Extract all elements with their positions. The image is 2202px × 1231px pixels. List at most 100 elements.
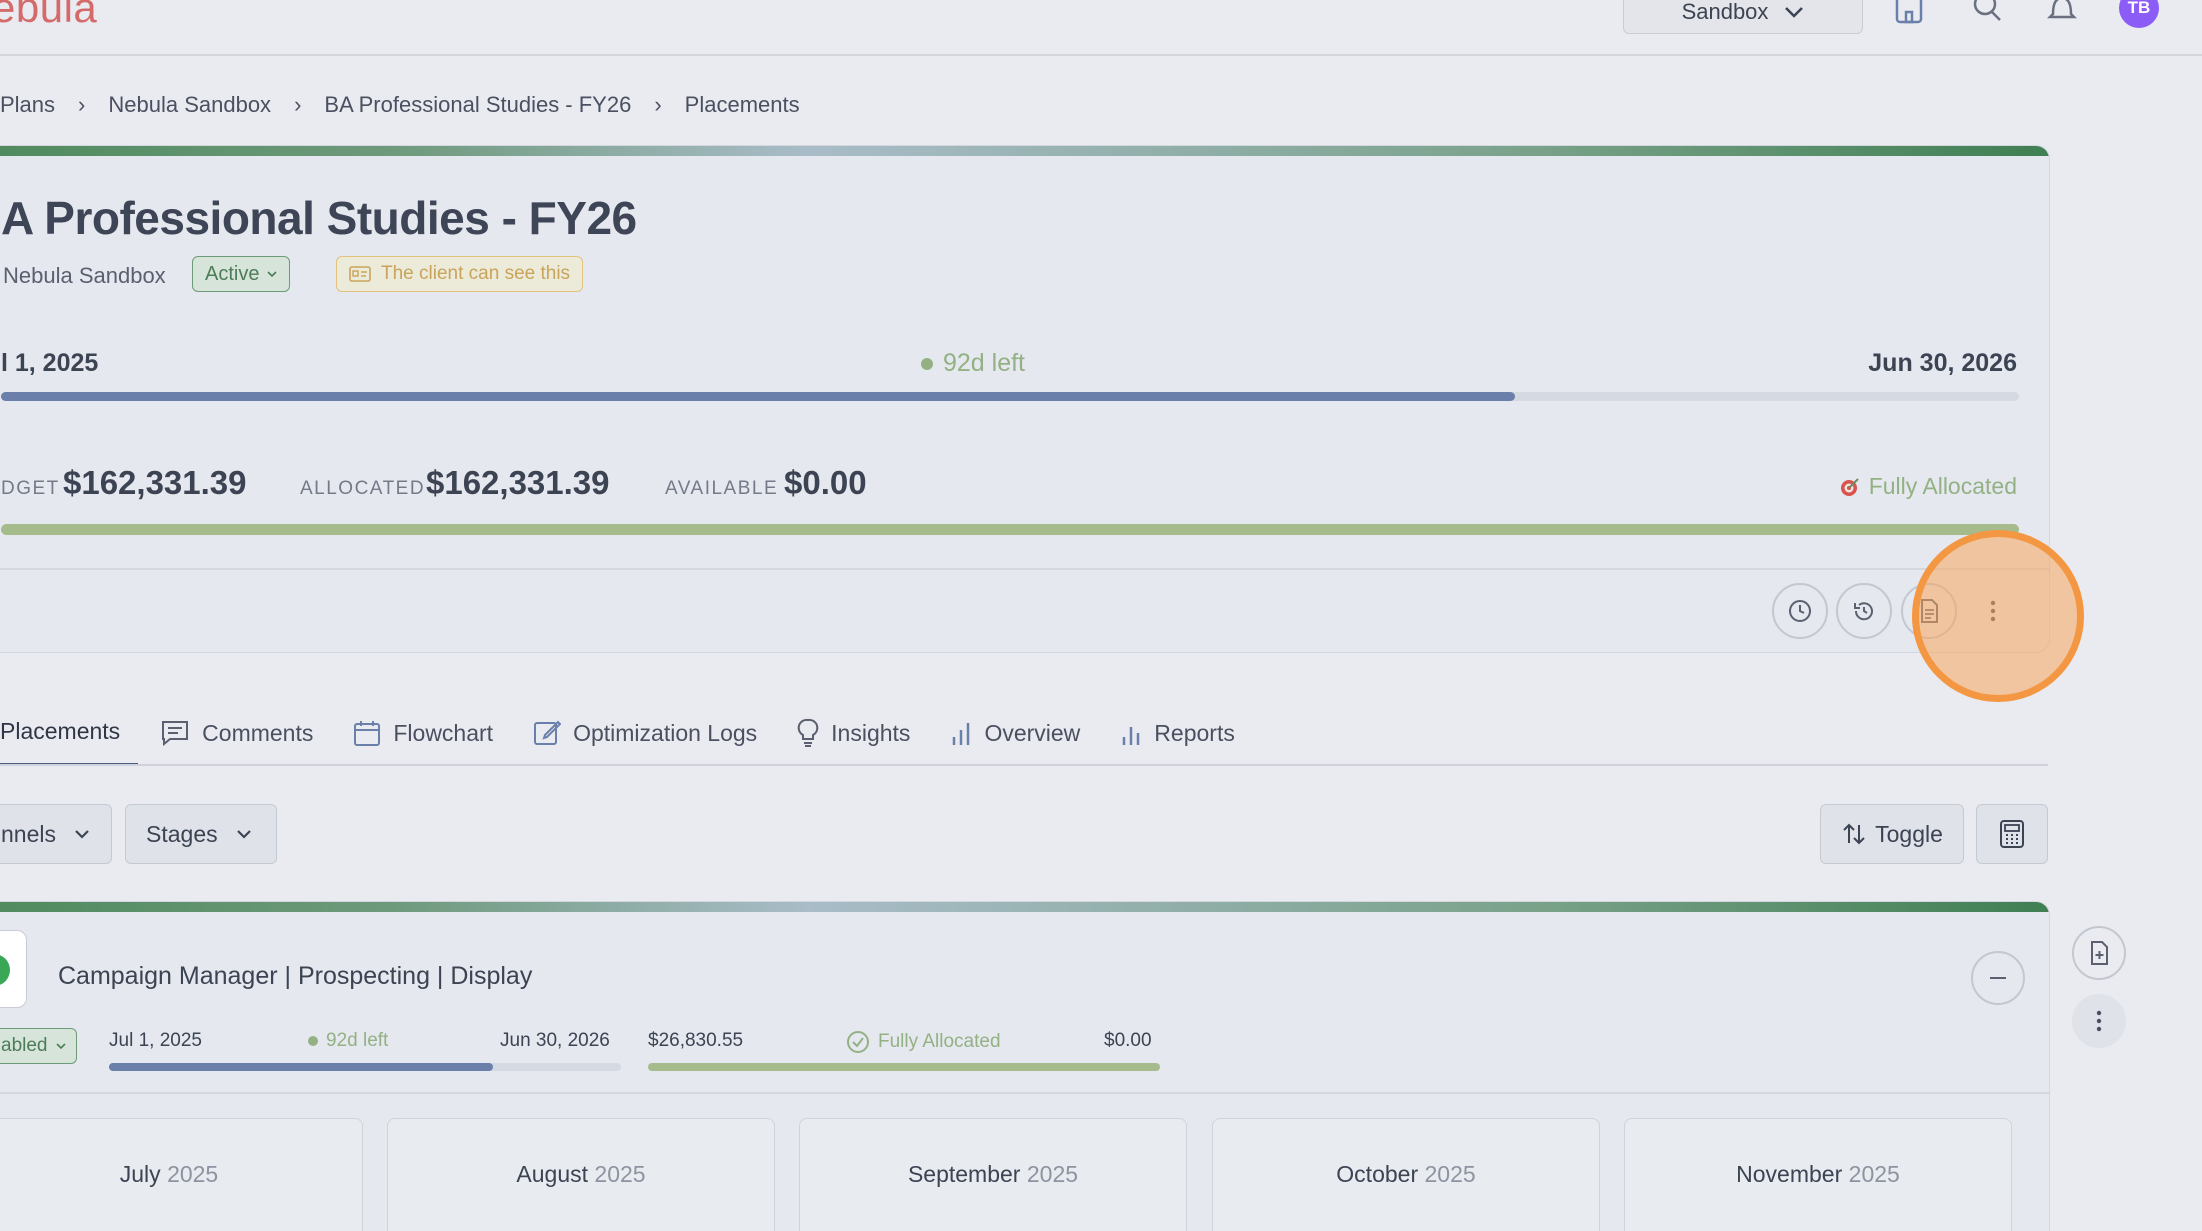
building-icon[interactable] (1892, 0, 1926, 26)
calendar-icon (354, 721, 381, 746)
month-card-november[interactable]: November 2025 (1624, 1118, 2012, 1231)
month-label: September 2025 (907, 1161, 1079, 1187)
tab-insights[interactable]: Insights (797, 700, 910, 766)
tab-label: Comments (202, 719, 314, 746)
history-button[interactable] (1836, 583, 1892, 639)
status-dot (921, 357, 933, 370)
stages-filter-label: Stages (146, 820, 218, 847)
tab-flowchart[interactable]: Flowchart (353, 700, 493, 766)
client-visibility-badge: The client can see this (336, 256, 584, 292)
channels-filter[interactable]: nnels (0, 804, 112, 864)
page-title: A Professional Studies - FY26 (1, 192, 637, 244)
stages-filter[interactable]: Stages (125, 804, 277, 864)
tab-placements[interactable]: Placements (0, 700, 139, 766)
client-visibility-label: The client can see this (381, 263, 571, 284)
month-label: October 2025 (1336, 1161, 1476, 1187)
placement-start-date: Jul 1, 2025 (109, 1030, 202, 1051)
month-label: November 2025 (1736, 1161, 1900, 1187)
month-label: July 2025 (119, 1161, 219, 1187)
tab-bar: Placements Comments Flowchart Optimizati… (0, 700, 1275, 766)
clock-icon (1789, 600, 1811, 622)
budget-value: $162,331.39 (63, 464, 247, 501)
chevron-down-icon (267, 270, 278, 277)
status-badge[interactable]: Active (192, 256, 291, 292)
check-circle-icon (847, 1031, 869, 1053)
bell-icon[interactable] (2045, 0, 2079, 26)
breadcrumb-current: Placements (684, 92, 800, 117)
plan-org: Nebula Sandbox (3, 263, 166, 288)
id-card-icon (349, 266, 371, 282)
placement-time-fill (109, 1063, 493, 1071)
tab-optimization-logs[interactable]: Optimization Logs (533, 700, 757, 766)
comment-icon (162, 721, 189, 747)
plan-end-date: Jun 30, 2026 (1868, 349, 2017, 377)
divider (0, 568, 2049, 570)
file-plus-icon (2091, 941, 2108, 965)
placement-card: Campaign Manager | Prospecting | Display… (0, 901, 2050, 1231)
edit-icon (534, 720, 562, 745)
campaign-manager-logo (0, 930, 27, 1008)
chevron-down-icon (55, 1042, 66, 1049)
more-vertical-icon (2096, 1010, 2102, 1032)
click-highlight (1912, 530, 2084, 702)
workspace-select[interactable]: Sandbox (1623, 0, 1863, 34)
tab-overview[interactable]: Overview (950, 700, 1080, 766)
chevron-down-icon (236, 830, 251, 839)
placement-budget-bar (648, 1063, 1160, 1071)
breadcrumb-org[interactable]: Nebula Sandbox (108, 92, 271, 118)
add-document-button[interactable] (2072, 926, 2126, 980)
placement-status-badge[interactable]: abled (0, 1028, 77, 1064)
tab-label: Overview (984, 719, 1081, 746)
month-card-august[interactable]: August 2025 (387, 1118, 775, 1231)
available-value: $0.00 (784, 464, 867, 501)
divider (0, 1092, 2049, 1094)
avatar[interactable]: TB (2119, 0, 2159, 28)
chevron-right-icon: › (78, 92, 86, 117)
month-card-october[interactable]: October 2025 (1212, 1118, 1600, 1231)
tab-label: Optimization Logs (573, 719, 758, 746)
sort-arrows-icon (1843, 823, 1865, 845)
history-icon (1854, 602, 1873, 621)
app-logo[interactable]: ebula (0, 0, 97, 32)
status-dot (308, 1036, 318, 1046)
bar-chart-icon (953, 723, 970, 745)
plan-header-card: A Professional Studies - FY26 Nebula San… (0, 145, 2050, 653)
placement-title: Campaign Manager | Prospecting | Display (58, 962, 533, 990)
collapse-button[interactable] (1971, 951, 2025, 1005)
breadcrumb: Plans › Nebula Sandbox › BA Professional… (0, 90, 800, 120)
placement-more-button[interactable] (2072, 994, 2126, 1048)
month-card-september[interactable]: September 2025 (799, 1118, 1187, 1231)
budget-label: DGET (1, 478, 60, 499)
placement-status-label: abled (1, 1035, 48, 1056)
toggle-button-label: Toggle (1875, 820, 1943, 847)
bar-chart-icon (1123, 727, 1140, 745)
card-accent-bar (0, 902, 2049, 912)
tab-comments[interactable]: Comments (160, 700, 313, 766)
chevron-down-icon (1785, 7, 1804, 18)
channels-filter-label: nnels (1, 820, 56, 847)
time-progress-fill (1, 392, 1515, 401)
workspace-select-label: Sandbox (1681, 0, 1769, 24)
month-card-july[interactable]: July 2025 (0, 1118, 363, 1231)
allocation-status-label: Fully Allocated (1868, 473, 2017, 499)
toggle-button[interactable]: Toggle (1820, 804, 1964, 864)
tab-label: Insights (831, 719, 911, 746)
tab-reports[interactable]: Reports (1120, 700, 1235, 766)
calculator-button[interactable] (1976, 804, 2048, 864)
clock-button[interactable] (1772, 583, 1828, 639)
tab-label: Placements (0, 718, 121, 744)
card-accent-bar (0, 146, 2049, 156)
target-icon (1840, 477, 1859, 496)
placement-allocation-label: Fully Allocated (878, 1031, 1001, 1052)
breadcrumb-plan[interactable]: BA Professional Studies - FY26 (324, 92, 631, 118)
search-icon[interactable] (1970, 0, 2004, 26)
breadcrumb-plans[interactable]: Plans (0, 92, 55, 118)
minus-icon (1990, 977, 2006, 979)
month-label: August 2025 (516, 1161, 646, 1187)
calculator-icon (2000, 820, 2024, 848)
plan-start-date: l 1, 2025 (1, 349, 99, 377)
allocation-status: Fully Allocated (1839, 473, 2017, 500)
tab-label: Flowchart (393, 719, 494, 746)
placement-allocation-status: Fully Allocated (846, 1030, 1001, 1054)
placement-budget: $26,830.55 (648, 1030, 744, 1051)
